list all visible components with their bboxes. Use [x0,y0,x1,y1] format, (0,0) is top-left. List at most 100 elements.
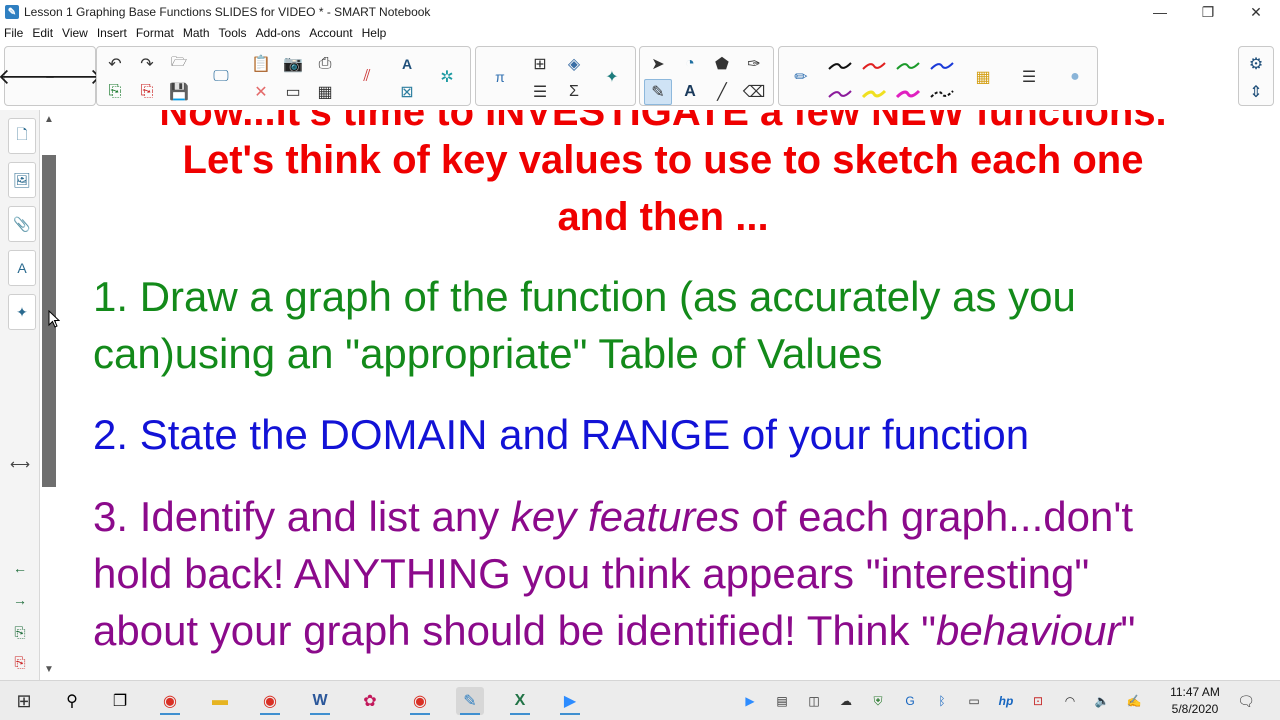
gear-icon[interactable]: ⚙ [1242,51,1270,77]
tray-g-icon[interactable]: G [900,691,920,711]
magic-pen-icon[interactable]: ✑ [740,51,768,77]
open-file-icon[interactable]: 🗁 [165,51,193,77]
word-icon[interactable]: W [306,687,334,715]
move-toolbar-icon[interactable]: ⇕ [1242,79,1270,105]
fill-icon[interactable]: ⬟ [708,51,736,77]
menu-edit[interactable]: Edit [32,26,53,40]
pin-icon[interactable]: ◈ [560,51,588,77]
attachments-tab[interactable]: 📎 [8,206,36,242]
text-style-icon[interactable]: A [393,51,421,77]
tray-alert-icon[interactable]: ⊡ [1028,691,1048,711]
file-explorer-icon[interactable]: ▬ [206,687,234,715]
chrome-icon[interactable]: ◉ [156,687,184,715]
menu-add-ons[interactable]: Add-ons [256,26,301,40]
fill-effects-icon[interactable]: ● [1061,64,1089,90]
sidebar-next-icon[interactable]: → [10,590,30,610]
windows-start-icon[interactable]: ⊞ [10,687,38,715]
text-icon[interactable]: A [676,79,704,105]
page-sorter-tab[interactable]: 🗋 [8,118,36,154]
select-icon[interactable]: ➤ [644,51,672,77]
next-page-button[interactable]: 🡒 [44,64,103,90]
sidebar-delete-page-icon[interactable]: ⎘ [10,652,30,672]
security-shield-icon[interactable]: ⛨ [868,691,888,711]
sidebar-previous-icon[interactable]: ← [10,558,30,578]
wifi-icon[interactable]: ◠ [1060,691,1080,711]
math-symbol-icon[interactable]: π [486,64,514,90]
pen-blue[interactable] [929,59,955,73]
gallery-tab[interactable]: 🖼 [8,162,36,198]
delete-page-icon[interactable]: ⎘ [133,79,161,105]
properties-tab[interactable]: A [8,250,36,286]
tray-app-icon[interactable]: ▤ [772,691,792,711]
onedrive-icon[interactable]: ☁ [836,691,856,711]
redo-icon[interactable]: ↷ [133,51,161,77]
minimize-button[interactable]: — [1136,0,1184,24]
document-camera-icon[interactable]: ⎙ [311,51,339,77]
scroll-up-icon[interactable]: ▲ [44,114,54,125]
graph-icon[interactable]: ⊞ [526,51,554,77]
measure-tools-icon[interactable]: ☰ [526,79,554,105]
menu-format[interactable]: Format [136,26,174,40]
table-icon[interactable]: ▦ [311,79,339,105]
chrome-alt-icon[interactable]: ◉ [406,687,434,715]
line-icon[interactable]: ╱ [708,79,736,105]
delete-icon[interactable]: ✕ [247,79,275,105]
add-page-icon[interactable]: ⎘ [101,79,129,105]
scroll-down-icon[interactable]: ▼ [44,664,54,675]
zoom-icon[interactable]: ▶ [556,687,584,715]
add-ons-tab[interactable]: ✦ [8,294,36,330]
pen-green[interactable] [895,59,921,73]
smart-notebook-taskbar-icon[interactable]: ✎ [456,687,484,715]
full-screen-icon[interactable]: ▭ [279,79,307,105]
menu-file[interactable]: File [4,26,23,40]
tray-capture-icon[interactable]: ◫ [804,691,824,711]
clock[interactable]: 11:47 AM 5/8/2020 [1160,684,1230,718]
display-screen-icon[interactable]: 🖵 [207,64,235,90]
pen-tray-ink-icon[interactable]: ✍ [1124,691,1144,711]
pens-icon[interactable]: ✎ [644,79,672,105]
color-palette-icon[interactable]: ▦ [969,64,997,90]
paint-icon[interactable]: ✿ [356,687,384,715]
pen-dashed[interactable] [929,87,955,101]
shape-recognize-icon[interactable]: ⊠ [393,79,421,105]
volume-icon[interactable]: 🔈 [1092,691,1112,711]
excel-icon[interactable]: X [506,687,534,715]
sidebar-add-page-icon[interactable]: ⎘ [10,622,30,642]
menu-account[interactable]: Account [309,26,352,40]
pen-black[interactable] [827,59,853,73]
menu-tools[interactable]: Tools [219,26,247,40]
pen-icon[interactable]: ✏ [787,64,815,90]
menu-help[interactable]: Help [362,26,387,40]
add-ons-icon[interactable]: ✦ [598,64,626,90]
widgets-icon[interactable]: ✲ [433,64,461,90]
pen-yellow[interactable] [861,87,887,101]
save-icon[interactable]: 💾 [165,79,193,105]
search-icon[interactable]: ⚲ [58,687,86,715]
menu-view[interactable]: View [62,26,88,40]
chrome-profile-icon[interactable]: ◉ [256,687,284,715]
battery-icon[interactable]: ▭ [964,691,984,711]
restore-button[interactable]: ❐ [1184,0,1232,24]
pen-magenta[interactable] [895,87,921,101]
hp-icon[interactable]: hp [996,691,1016,711]
notifications-icon[interactable]: 🗨 [1236,691,1256,711]
eraser-icon[interactable]: ⌫ [740,79,768,105]
resize-icon[interactable]: ⟷ [10,454,30,474]
sigma-icon[interactable]: Σ [560,79,588,105]
pen-red[interactable] [861,59,887,73]
notebook-canvas[interactable]: Now...it's time to INVESTIGATE a few NEW… [57,110,1280,680]
paste-icon[interactable]: 📋 [247,51,275,77]
task-view-icon[interactable]: ❐ [106,687,134,715]
pen-purple[interactable] [827,87,853,101]
zoom-tray-icon[interactable]: ▶ [740,691,760,711]
previous-page-button[interactable]: 🡐 [0,64,57,90]
line-style-icon[interactable]: ☰ [1015,64,1043,90]
bluetooth-icon[interactable]: ᛒ [932,691,952,711]
undo-icon[interactable]: ↶ [101,51,129,77]
menu-insert[interactable]: Insert [97,26,127,40]
menu-math[interactable]: Math [183,26,210,40]
pen-tray-icon[interactable]: ⫽ [353,64,381,90]
screen-capture-icon[interactable]: 📷 [279,51,307,77]
shapes-icon[interactable]: ◔ [676,51,704,77]
close-button[interactable]: ✕ [1232,0,1280,24]
